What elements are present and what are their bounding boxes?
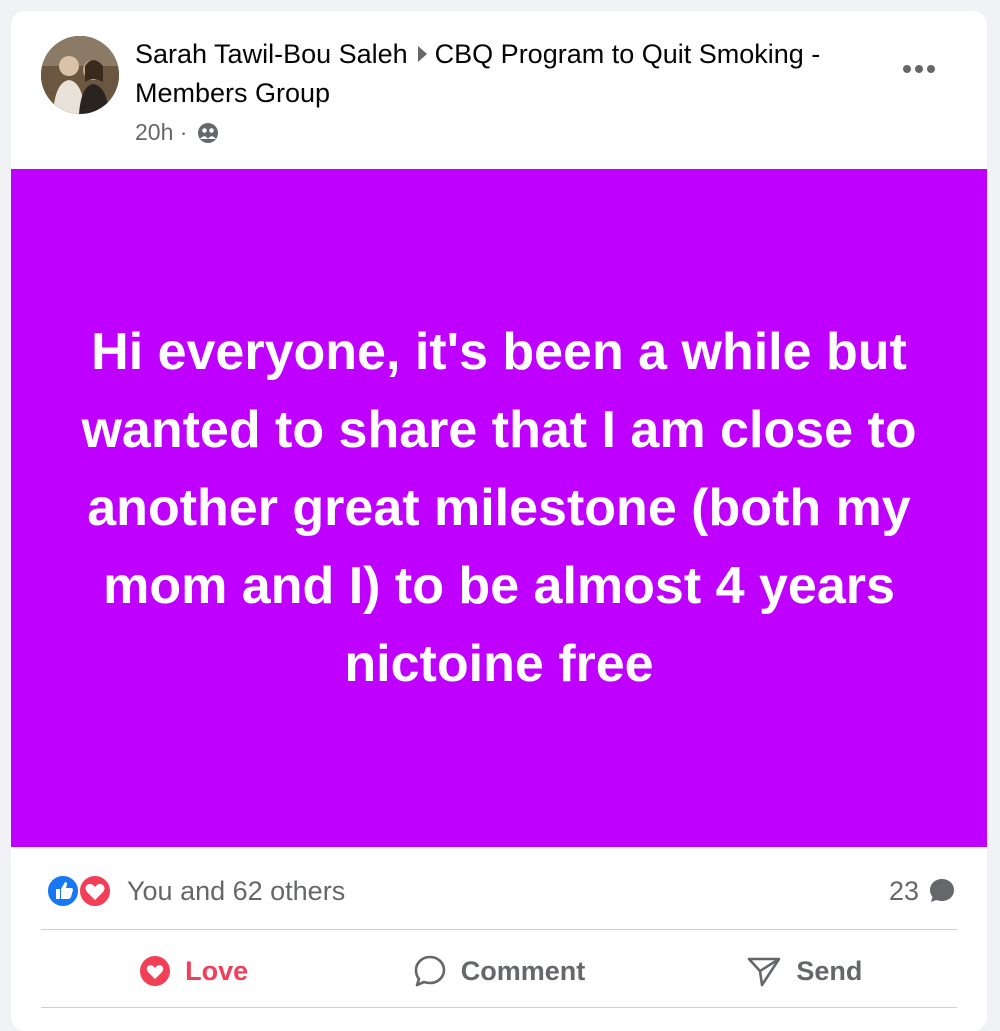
post-header: Sarah Tawil-Bou Saleh CBQ Program to Quit…: [11, 11, 987, 169]
bottom-divider: [41, 1007, 957, 1008]
author-line: Sarah Tawil-Bou Saleh CBQ Program to Quit…: [135, 35, 885, 113]
post-time[interactable]: 20h: [135, 119, 173, 145]
love-button[interactable]: Love: [41, 931, 346, 1011]
love-label: Love: [185, 955, 249, 986]
arrow-right-icon: [417, 46, 427, 62]
comment-icon: [414, 955, 446, 987]
comment-label: Comment: [460, 955, 586, 986]
post-meta: 20h ·: [135, 117, 220, 152]
send-icon: [748, 957, 781, 987]
comment-count[interactable]: 23: [889, 873, 957, 909]
comment-bubble-icon: [930, 879, 954, 902]
author-avatar[interactable]: [41, 36, 119, 114]
reaction-count[interactable]: You and 62 others: [127, 873, 345, 909]
post-card: Sarah Tawil-Bou Saleh CBQ Program to Quit…: [11, 11, 987, 1031]
divider: [41, 929, 957, 930]
post-background: Hi everyone, it's been a while but wante…: [11, 169, 987, 847]
meta-separator: ·: [179, 119, 188, 145]
send-label: Send: [796, 955, 863, 986]
send-button[interactable]: Send: [652, 931, 957, 1011]
comment-button[interactable]: Comment: [346, 931, 651, 1011]
avatar-photo: [41, 36, 119, 114]
author-name[interactable]: Sarah Tawil-Bou Saleh: [135, 39, 408, 69]
group-audience-icon: [196, 121, 220, 152]
like-icon: [46, 874, 80, 908]
post-actions: Love Comment Send: [41, 931, 957, 1011]
comment-count-value: 23: [888, 876, 919, 906]
reaction-icons[interactable]: [45, 873, 119, 909]
post-text: Hi everyone, it's been a while but wante…: [81, 323, 917, 693]
love-icon: [78, 874, 112, 908]
love-reaction-icon: [140, 956, 171, 986]
reactions-bar: You and 62 others 23: [11, 847, 987, 931]
more-dots-icon: [903, 65, 935, 73]
more-options-button[interactable]: [897, 51, 941, 87]
